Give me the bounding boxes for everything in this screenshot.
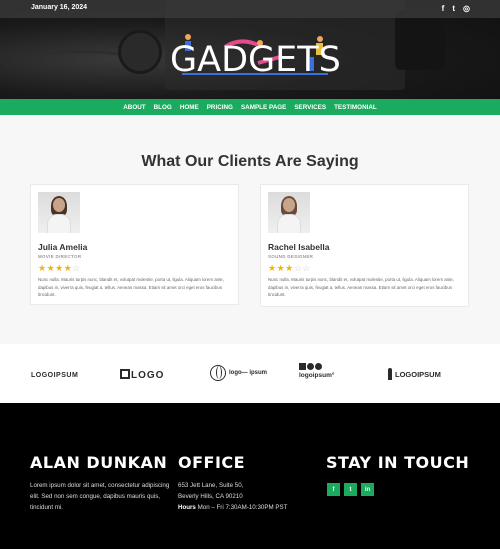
client-role: SOUND DESIGNER (268, 254, 314, 259)
client-photo (38, 192, 80, 233)
footer-social-links: f t in (327, 483, 374, 496)
testimonials-heading: What Our Clients Are Saying (141, 153, 359, 170)
testimonial-card: Julia Amelia MOVIE DIRECTOR ★★★★☆ Nunc n… (30, 184, 239, 305)
site-logo[interactable]: GADGETS (170, 40, 341, 80)
photo-face (53, 198, 65, 212)
main-navigation: ABOUT BLOG HOME PRICING SAMPLE PAGE SERV… (0, 99, 500, 115)
star-rating: ★★★☆☆ (268, 263, 311, 274)
square-shape (299, 363, 306, 370)
hours-value: Mon – Fri 7:30AM-10:30PM PST (195, 504, 288, 511)
nav-item-pricing[interactable]: PRICING (207, 104, 233, 111)
nav-item-about[interactable]: ABOUT (123, 104, 145, 111)
star-rating: ★★★★☆ (38, 263, 81, 274)
footer-title: STAY IN TOUCH (326, 453, 470, 472)
hero-header: January 16, 2024 f t ◎ GADGETS (0, 0, 500, 99)
site-footer: ALAN DUNKAN Lorem ipsum dolor sit amet, … (0, 403, 500, 549)
nav-item-home[interactable]: HOME (180, 104, 199, 111)
partner-logo-text: LOGOIPSUM (395, 370, 441, 379)
twitter-icon[interactable]: t (344, 483, 357, 496)
logo-square-icon (120, 369, 130, 379)
hero-watch (118, 30, 162, 74)
nav-item-testimonial[interactable]: TESTIMONIAL (334, 104, 377, 111)
facebook-icon[interactable]: f (327, 483, 340, 496)
partner-logo-text: LOGO (131, 370, 165, 381)
nav-item-sample-page[interactable]: SAMPLE PAGE (241, 104, 286, 111)
top-social-links: f t ◎ (442, 3, 470, 14)
globe-icon (210, 365, 226, 381)
stars-empty: ☆ (72, 263, 81, 273)
client-name: Julia Amelia (38, 242, 88, 252)
client-name: Rachel Isabella (268, 242, 330, 252)
top-bar: January 16, 2024 f t ◎ (0, 0, 500, 18)
current-date: January 16, 2024 (31, 4, 88, 11)
linkedin-icon[interactable]: in (361, 483, 374, 496)
office-address-line2: Beverly Hills, CA 90210 (178, 493, 243, 500)
testimonials-section: What Our Clients Are Saying Julia Amelia… (0, 115, 500, 344)
nav-item-services[interactable]: SERVICES (294, 104, 326, 111)
stars-empty: ☆☆ (293, 263, 311, 273)
partner-logo: LOGOIPSUM (31, 372, 79, 379)
office-address-line1: 653 Jett Lane, Suite 50, (178, 482, 244, 489)
feather-icon (388, 368, 392, 380)
partner-logo-text: logo— ipsum (229, 370, 267, 376)
client-role: MOVIE DIRECTOR (38, 254, 82, 259)
circle-shape (307, 363, 314, 370)
testimonial-card: Rachel Isabella SOUND DESIGNER ★★★☆☆ Nun… (260, 184, 469, 307)
circle-shape (315, 363, 322, 370)
testimonial-text: Nunc nulla. Mauris turpis nunc, blandit … (38, 277, 224, 297)
hero-phone (395, 10, 445, 70)
facebook-icon[interactable]: f (442, 3, 445, 14)
partner-logo: LOGOIPSUM (388, 368, 441, 380)
testimonial-text: Nunc nulla. Mauris turpis nunc, blandit … (268, 277, 454, 297)
photo-body (47, 214, 71, 233)
footer-title: ALAN DUNKAN (30, 453, 168, 472)
footer-about-text: Lorem ipsum dolor sit amet, consectetur … (30, 482, 170, 511)
stars-filled: ★★★★ (38, 263, 73, 273)
photo-body (277, 214, 301, 233)
partner-logos: LOGOIPSUM LOGO logo— ipsum logoipsum° LO… (0, 344, 500, 403)
hours-label: Hours (178, 504, 196, 511)
office-hours: Hours Mon – Fri 7:30AM-10:30PM PST (178, 502, 287, 513)
footer-title: OFFICE (178, 453, 246, 472)
photo-face (283, 198, 295, 212)
partner-logo: logoipsum° (299, 363, 334, 379)
twitter-icon[interactable]: t (452, 3, 455, 14)
instagram-icon[interactable]: ◎ (463, 3, 470, 14)
stars-filled: ★★★ (268, 263, 294, 273)
partner-logo: logo— ipsum (210, 365, 267, 381)
nav-item-blog[interactable]: BLOG (154, 104, 172, 111)
shapes-icon (299, 363, 334, 370)
client-photo (268, 192, 310, 233)
partner-logo: LOGO (120, 369, 164, 381)
partner-logo-text: logoipsum° (299, 372, 335, 379)
